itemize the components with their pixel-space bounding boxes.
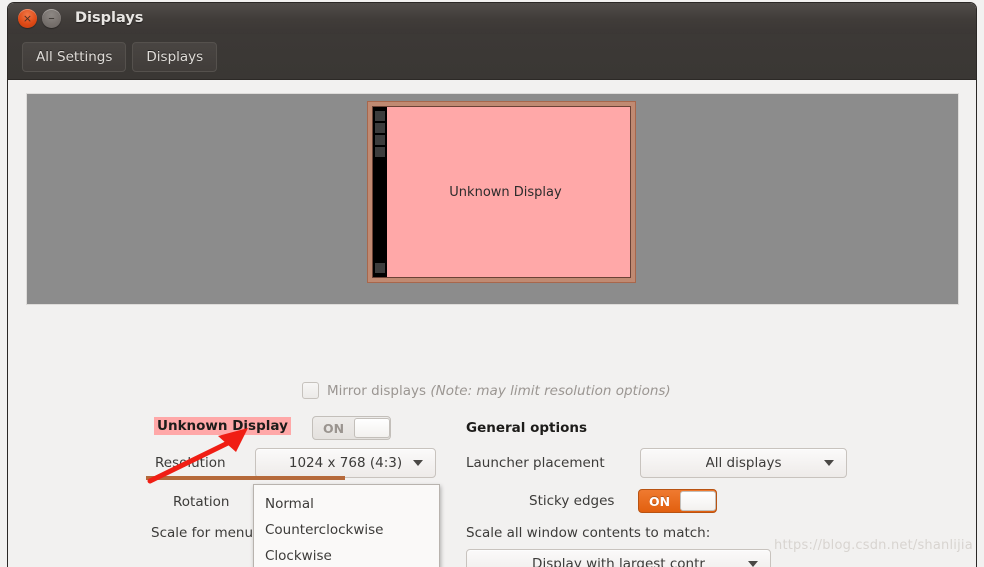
launcher-icon <box>375 123 385 133</box>
window-content: Unknown Display Mirror displays (Note: m… <box>8 80 976 567</box>
mirror-note-text: (Note: may limit resolution options) <box>430 382 671 399</box>
resolution-label: Resolution <box>155 455 226 471</box>
scale-all-windows-dropdown[interactable]: Display with largest contr <box>466 549 771 567</box>
toggle-knob <box>680 491 716 511</box>
close-glyph: × <box>22 12 33 25</box>
general-options-heading: General options <box>466 420 588 436</box>
launcher-icon <box>375 263 385 273</box>
scale-all-windows-value: Display with largest contr <box>532 556 705 567</box>
launcher-placement-label: Launcher placement <box>466 455 605 471</box>
window-title: Displays <box>75 10 144 26</box>
chevron-down-icon <box>748 561 758 567</box>
launcher-icon <box>375 147 385 157</box>
mirror-displays-checkbox[interactable] <box>302 382 319 399</box>
mirror-label-text: Mirror displays <box>327 382 427 399</box>
scale-all-windows-label: Scale all window contents to match: <box>466 525 711 541</box>
selected-display-name: Unknown Display <box>154 417 291 435</box>
chevron-down-icon <box>413 460 423 466</box>
launcher-icon <box>375 111 385 121</box>
launcher-placement-dropdown[interactable]: All displays <box>640 448 847 478</box>
mirror-displays-row[interactable]: Mirror displays (Note: may limit resolut… <box>302 382 671 399</box>
all-settings-button[interactable]: All Settings <box>22 41 127 72</box>
screenshot-root: × – Displays All Settings Displays Unkno… <box>0 0 984 567</box>
monitor-screen: Unknown Display <box>372 106 631 278</box>
rotation-label: Rotation <box>173 494 230 510</box>
display-arrangement-canvas[interactable]: Unknown Display <box>26 93 959 305</box>
menu-item-normal[interactable]: Normal <box>254 491 439 517</box>
toggle-knob <box>354 418 390 438</box>
monitor-preview[interactable]: Unknown Display <box>368 102 635 282</box>
minimize-icon[interactable]: – <box>42 9 61 28</box>
close-icon[interactable]: × <box>18 9 37 28</box>
resolution-dropdown[interactable]: 1024 x 768 (4:3) <box>255 448 436 478</box>
watermark-text: https://blog.csdn.net/shanlijia <box>774 538 973 553</box>
display-power-toggle-label: ON <box>322 420 345 436</box>
sticky-edges-toggle[interactable]: ON <box>638 489 717 513</box>
chevron-down-icon <box>824 460 834 466</box>
window-titlebar[interactable]: × – Displays <box>8 3 976 34</box>
scale-for-menu-label: Scale for menu <box>151 525 254 541</box>
window-toolbar: All Settings Displays <box>8 34 976 80</box>
displays-window: × – Displays All Settings Displays Unkno… <box>8 3 976 567</box>
rotation-dropdown-menu[interactable]: Normal Counterclockwise Clockwise 180 De… <box>253 484 440 567</box>
monitor-name-label: Unknown Display <box>449 184 562 200</box>
launcher-icon <box>375 135 385 145</box>
sticky-edges-toggle-label: ON <box>648 493 671 509</box>
sticky-edges-label: Sticky edges <box>529 493 615 509</box>
launcher-placement-value: All displays <box>705 455 782 471</box>
menu-item-clockwise[interactable]: Clockwise <box>254 543 439 567</box>
resolution-value: 1024 x 768 (4:3) <box>288 455 403 471</box>
window-controls: × – <box>18 9 61 28</box>
mirror-displays-label: Mirror displays (Note: may limit resolut… <box>327 383 671 399</box>
tab-displays[interactable]: Displays <box>132 41 218 72</box>
unity-launcher-bar <box>373 107 387 277</box>
display-power-toggle[interactable]: ON <box>312 416 391 440</box>
menu-item-counterclockwise[interactable]: Counterclockwise <box>254 517 439 543</box>
minimize-glyph: – <box>48 11 55 26</box>
